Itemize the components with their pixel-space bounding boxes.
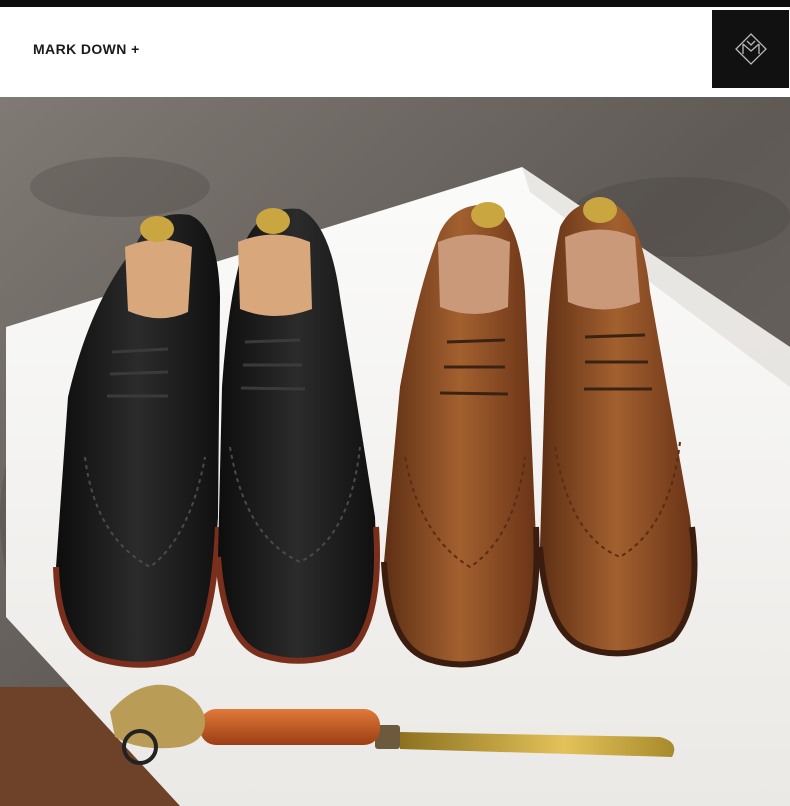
shoe-tree-knob — [583, 197, 617, 223]
page-title: MARK DOWN + — [33, 41, 140, 57]
brand-monogram-icon — [734, 33, 767, 65]
shoe-tree-knob — [471, 202, 505, 228]
top-rule — [0, 0, 790, 7]
brand-logo[interactable] — [712, 10, 789, 88]
header-bar: MARK DOWN + — [0, 7, 790, 97]
shoe-tree-knob — [256, 208, 290, 234]
shoes-scene — [0, 97, 790, 806]
product-photo — [0, 97, 790, 806]
shoe-tree-knob — [140, 216, 174, 242]
